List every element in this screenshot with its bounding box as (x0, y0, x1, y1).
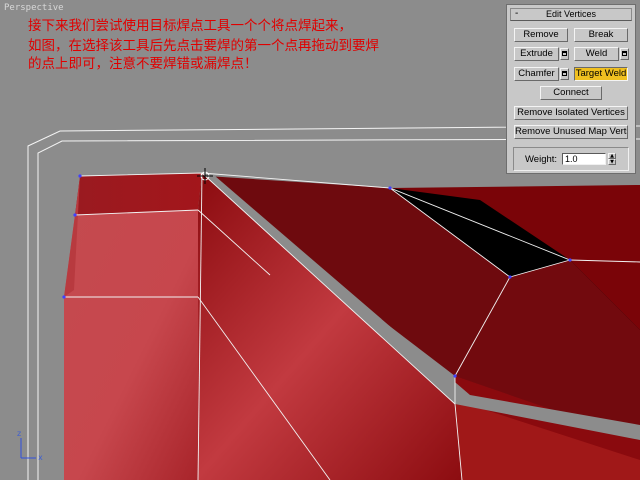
edit-vertices-rollout: - Edit Vertices Remove Break Extrude Wel… (506, 4, 636, 174)
spinner-down-icon[interactable]: ▼ (608, 159, 616, 165)
break-button[interactable]: Break (574, 28, 628, 42)
front-face (64, 210, 198, 480)
top-face (75, 173, 202, 215)
rollout-header[interactable]: - Edit Vertices (510, 8, 632, 21)
weld-settings-button[interactable] (620, 48, 629, 60)
caption-line-1: 接下来我们尝试使用目标焊点工具一个个将点焊起来， (28, 18, 352, 34)
weight-input[interactable]: 1.0 (562, 153, 606, 165)
remove-isolated-vertices-button[interactable]: Remove Isolated Vertices (514, 106, 628, 120)
caption-line-2: 如图，在选择该工具后先点击要焊的第一个点再拖动到要焊 (28, 38, 379, 54)
settings-icon (622, 51, 627, 56)
remove-button[interactable]: Remove (514, 28, 568, 42)
chamfer-button[interactable]: Chamfer (514, 67, 559, 81)
target-weld-button[interactable]: Target Weld (574, 67, 628, 81)
rollout-title: Edit Vertices (545, 9, 597, 19)
weight-spinner[interactable]: ▲ ▼ (608, 153, 616, 165)
axis-z-label: z (17, 429, 22, 438)
weight-group: Weight: 1.0 ▲ ▼ (513, 147, 629, 171)
weight-label: Weight: (525, 154, 558, 165)
chamfer-settings-button[interactable] (560, 68, 569, 80)
caption-line-3: 的点上即可，注意不要焊错或漏焊点！ (28, 56, 258, 72)
collapse-icon[interactable]: - (515, 9, 518, 19)
axis-x-label: x (38, 453, 43, 462)
weld-button[interactable]: Weld (574, 47, 619, 61)
extrude-settings-button[interactable] (560, 48, 569, 60)
connect-button[interactable]: Connect (540, 86, 602, 100)
extrude-button[interactable]: Extrude (514, 47, 559, 61)
settings-icon (562, 51, 567, 56)
remove-unused-map-verts-button[interactable]: Remove Unused Map Verts (514, 125, 628, 139)
settings-icon (562, 71, 567, 76)
viewport-label[interactable]: Perspective (4, 3, 64, 13)
